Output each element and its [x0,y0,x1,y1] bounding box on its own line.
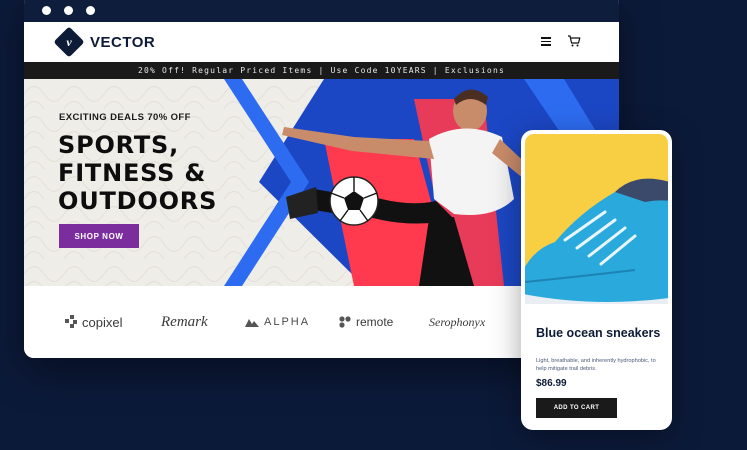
window-control-dot[interactable] [86,6,95,15]
site-header: v VECTOR [24,22,619,62]
logo-mark-icon: v [53,26,85,58]
menu-icon[interactable] [541,37,551,46]
brand-logo-alpha[interactable]: ALPHA [245,314,310,330]
window-control-dot[interactable] [42,6,51,15]
add-to-cart-button[interactable]: ADD TO CART [536,398,617,418]
brand-logo-serophonyx[interactable]: Serophonyx [429,314,485,330]
promo-banner[interactable]: 20% Off! Regular Priced Items | Use Code… [24,62,619,79]
copixel-icon [65,315,77,328]
brand-name: copixel [82,314,123,330]
product-card[interactable]: Blue ocean sneakers Light, breathable, a… [521,130,672,430]
alpha-icon [245,319,259,327]
brand-logo-remark[interactable]: Remark [161,314,208,330]
soccer-ball-icon [329,176,379,226]
product-description: Light, breathable, and inherently hydrop… [536,358,656,372]
brand-logo-copixel[interactable]: copixel [65,314,122,330]
hero-title: SPORTS, FITNESS & OUTDOORS [58,131,288,215]
product-price: $86.99 [536,378,567,389]
shop-now-button[interactable]: SHOP NOW [59,224,139,248]
brand-name: Serophonyx [429,314,486,329]
hero-title-line: FITNESS & [58,159,207,187]
window-control-dot[interactable] [64,6,73,15]
brand-name: remote [356,315,394,329]
brand-name: Remark [161,313,208,330]
brand-name: ALPHA [264,316,311,328]
hero-title-line: OUTDOORS [58,187,218,215]
remote-icon [339,316,351,328]
hero-title-line: SPORTS, [58,131,180,159]
hero-eyebrow: EXCITING DEALS 70% OFF [59,112,191,123]
cart-icon[interactable] [567,34,581,48]
product-image[interactable] [525,134,668,304]
browser-chrome [24,0,619,22]
logo[interactable]: v VECTOR [53,26,156,58]
sneaker-image [525,178,668,304]
logo-text: VECTOR [90,33,156,51]
brand-logo-remote[interactable]: remote [339,314,393,330]
product-name[interactable]: Blue ocean sneakers [536,326,666,340]
